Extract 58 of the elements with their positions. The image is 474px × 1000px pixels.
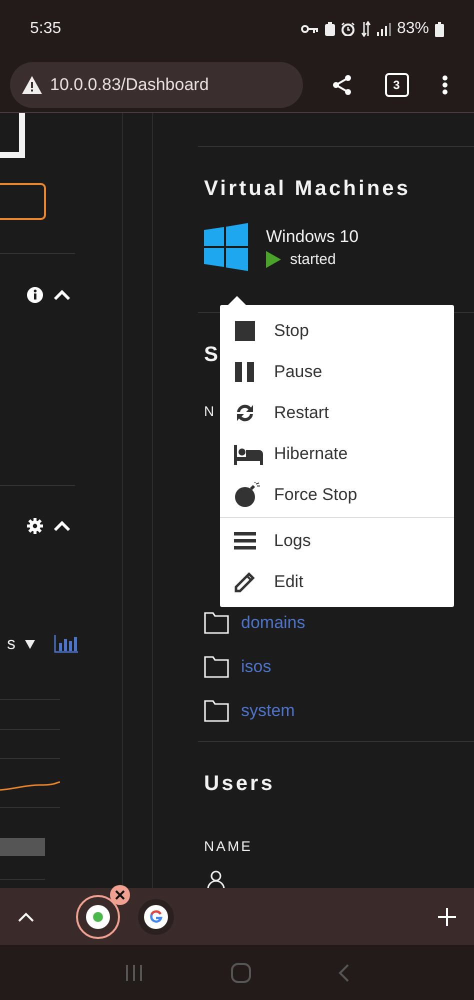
- share-link[interactable]: system: [241, 701, 295, 721]
- share-icon[interactable]: [332, 74, 352, 96]
- share-link[interactable]: domains: [241, 613, 306, 633]
- section-heading: S: [204, 343, 221, 367]
- chevron-up-icon[interactable]: [53, 289, 71, 301]
- battery-percent: 83%: [396, 20, 429, 38]
- close-icon[interactable]: [110, 884, 130, 904]
- section-heading: Virtual Machines: [204, 177, 411, 201]
- warning-icon: [22, 76, 42, 94]
- chevron-up-icon[interactable]: [18, 912, 34, 922]
- menu-item[interactable]: Stop: [220, 310, 454, 351]
- column-header: NAME: [204, 838, 252, 854]
- sparkline: [0, 781, 60, 791]
- list-icon: [234, 530, 256, 550]
- plus-icon[interactable]: [438, 908, 456, 926]
- signal-icon: [376, 22, 391, 36]
- play-icon: [266, 250, 281, 268]
- menu-item[interactable]: Logs: [220, 520, 454, 561]
- pause-icon: [234, 360, 256, 382]
- vm-state: started: [290, 250, 336, 268]
- folder-icon: [204, 612, 229, 634]
- column-header: N: [204, 403, 216, 419]
- google-icon: [144, 904, 168, 928]
- address-bar[interactable]: 10.0.0.83/Dashboard: [10, 62, 303, 108]
- bar-chart-icon[interactable]: [54, 635, 78, 653]
- bomb-icon: [234, 482, 262, 508]
- menu-item[interactable]: Restart: [220, 392, 454, 433]
- bed-icon: [234, 442, 264, 464]
- windows-logo-icon[interactable]: [204, 223, 248, 271]
- vm-name: Windows 10: [266, 226, 359, 246]
- menu-item[interactable]: Force Stop: [220, 474, 454, 515]
- alarm-icon: [340, 22, 355, 36]
- menu-item[interactable]: Edit: [220, 561, 454, 602]
- tab-count-button[interactable]: 3: [384, 73, 408, 97]
- clock-time: 5:35: [30, 20, 62, 38]
- user-icon: [207, 870, 225, 888]
- info-icon[interactable]: [27, 287, 43, 303]
- data-arrows-icon: [360, 21, 371, 37]
- stop-icon: [234, 320, 256, 342]
- outlined-box: [0, 183, 46, 220]
- chevron-up-icon[interactable]: [53, 520, 71, 532]
- menu-icon[interactable]: [442, 75, 448, 95]
- site-icon: [86, 904, 110, 928]
- bracket-drawing: [0, 113, 27, 160]
- selector-label[interactable]: s: [7, 634, 16, 654]
- gear-icon[interactable]: [27, 518, 43, 534]
- menu-item[interactable]: Hibernate: [220, 433, 454, 474]
- pencil-icon: [234, 570, 256, 592]
- share-link[interactable]: isos: [241, 657, 272, 677]
- battery-saver-icon: [324, 22, 335, 36]
- battery-icon: [435, 22, 444, 36]
- tab-thumbnail[interactable]: [138, 898, 174, 934]
- section-heading: Users: [204, 772, 275, 796]
- key-icon: [300, 24, 319, 34]
- caret-down-icon[interactable]: [24, 639, 34, 649]
- folder-icon: [204, 700, 229, 722]
- folder-icon: [204, 656, 229, 678]
- menu-item[interactable]: Pause: [220, 351, 454, 392]
